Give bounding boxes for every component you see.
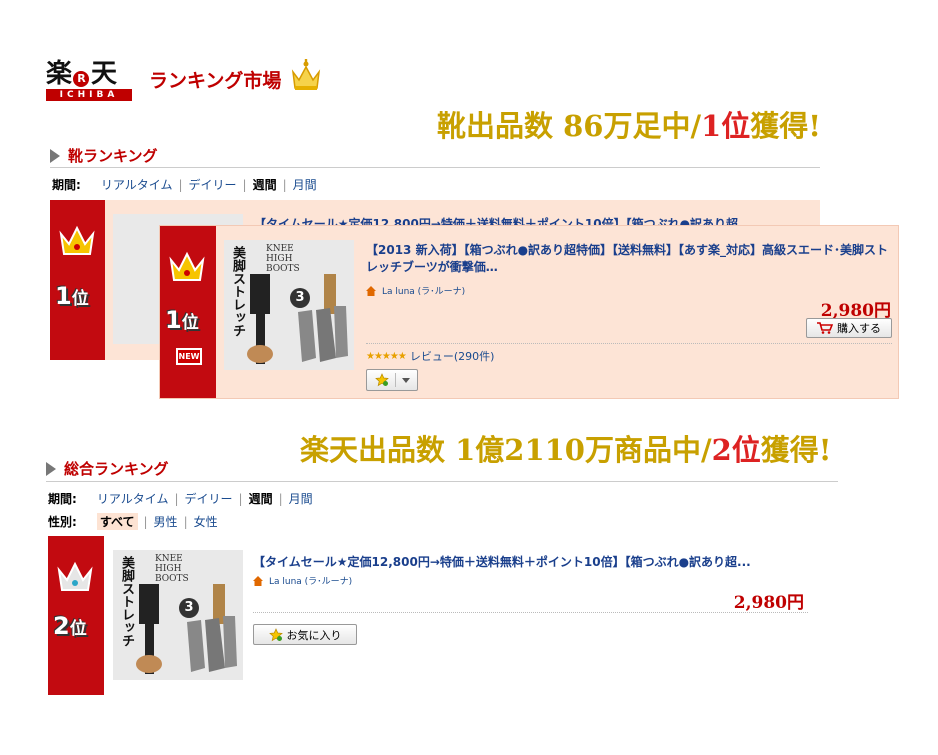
divider (50, 167, 820, 168)
add-favorite-button[interactable]: お気に入り (253, 624, 357, 645)
favorite-star-icon (374, 373, 389, 387)
rank-number: 2 (53, 612, 70, 640)
ranking-market-title: ランキング市場 (149, 70, 282, 92)
period-daily-link[interactable]: デイリー (189, 176, 237, 193)
gender-female-link[interactable]: 女性 (194, 513, 218, 530)
chevron-down-icon (401, 377, 410, 383)
headline1-text: 靴出品数 86万足中/ (437, 109, 702, 143)
period-weekly-current: 週間 (252, 178, 277, 192)
period-label: 期間: (48, 492, 77, 506)
rank-suffix: 位 (71, 289, 89, 309)
headline-overall-rank: 楽天出品数 1億2110万商品中/2位獲得! (300, 427, 832, 469)
review-link[interactable]: レビュー(290件) (410, 348, 495, 364)
boots-image (136, 584, 237, 674)
thumb-knee: KNEE (266, 244, 294, 254)
arrow-icon (46, 461, 56, 476)
rank-suffix: 位 (69, 619, 87, 639)
ranking-card-1: 1位 NEW 美脚ストレッチ KNEE HIGH BOOTS 3 【2013 新… (160, 226, 898, 398)
favorite-star-icon (268, 627, 283, 641)
period-daily-link[interactable]: デイリー (185, 490, 233, 507)
favorite-label: お気に入り (286, 628, 342, 642)
thumbnail-caption: 美脚ストレッチ (230, 246, 245, 337)
product-thumbnail[interactable]: 美脚ストレッチ KNEE HIGH BOOTS 3 (113, 550, 243, 680)
silver-crown-icon (57, 561, 93, 591)
divider (253, 612, 808, 613)
shop-link[interactable]: La luna (ラ･ルーナ) (366, 284, 465, 297)
button-separator (394, 373, 396, 387)
boots-image (247, 274, 348, 364)
rakuten-r-icon: R (73, 71, 90, 87)
new-badge: NEW (176, 348, 202, 365)
gold-crown-icon (169, 251, 205, 281)
buy-button[interactable]: 購入する (806, 318, 892, 338)
rating-stars: ★★★★★ (366, 350, 407, 362)
rank-number: 1 (165, 306, 182, 334)
buy-label: 購入する (837, 322, 881, 335)
headline2-rank: 2位 (711, 433, 761, 467)
product-thumbnail[interactable]: 美脚ストレッチ KNEE HIGH BOOTS 3 (224, 240, 354, 370)
shoe-ranking-label: 靴ランキング (68, 147, 158, 165)
thumb-knee: KNEE (155, 554, 183, 564)
period-weekly-current: 週間 (248, 492, 273, 506)
headline-shoe-rank: 靴出品数 86万足中/1位獲得! (437, 103, 821, 145)
arrow-icon (50, 148, 60, 163)
shop-link[interactable]: La luna (ラ･ルーナ) (253, 574, 352, 587)
rank-number: 1 (55, 282, 72, 310)
product-title-link[interactable]: 【タイムセール★定価12,800円→特価＋送料無料＋ポイント10倍】【箱つぶれ●… (253, 554, 818, 571)
period-monthly-link[interactable]: 月間 (293, 176, 317, 193)
rakuten-logo[interactable]: 楽R天 ICHIBA (46, 60, 132, 102)
logo-text: 楽R天 (46, 59, 117, 89)
gender-label: 性別: (48, 515, 77, 529)
period-realtime-link[interactable]: リアルタイム (101, 176, 173, 193)
divider (366, 343, 892, 344)
thumbnail-caption: 美脚ストレッチ (119, 556, 134, 647)
home-icon (253, 575, 263, 586)
headline2-text: 楽天出品数 1億2110万商品中/ (300, 433, 712, 467)
period-filter: 期間: リアルタイム | デイリー | 週間 | 月間 (52, 176, 317, 193)
period-monthly-link[interactable]: 月間 (289, 490, 313, 507)
cart-icon (817, 322, 833, 334)
rank-suffix: 位 (181, 313, 199, 333)
thumb-high: HIGH (155, 564, 182, 574)
rank-band: 1位 NEW (160, 226, 216, 398)
ranking-card-2: 2位 美脚ストレッチ KNEE HIGH BOOTS 3 【タイムセール★定価1… (48, 536, 828, 696)
overall-ranking-title: 総合ランキング (46, 458, 169, 479)
headline1-suffix: 獲得! (750, 109, 821, 143)
logo-ichiba: ICHIBA (46, 89, 132, 101)
shop-name: La luna (ラ･ルーナ) (269, 577, 353, 587)
gender-male-link[interactable]: 男性 (154, 513, 178, 530)
favorite-dropdown-button[interactable] (366, 369, 418, 391)
rank-band: 1位 (50, 200, 105, 360)
rank-band: 2位 (48, 536, 104, 695)
overall-ranking-label: 総合ランキング (64, 460, 169, 478)
rating: ★★★★★ レビュー(290件) (366, 348, 494, 364)
gender-all-current: すべて (96, 513, 138, 530)
gender-filter: 性別: すべて | 男性 | 女性 (48, 513, 218, 530)
price: 2,980円 (733, 593, 804, 613)
thumb-high: HIGH (266, 254, 293, 264)
shoe-ranking-title: 靴ランキング (50, 145, 158, 166)
headline1-rank: 1位 (701, 109, 751, 143)
period-realtime-link[interactable]: リアルタイム (97, 490, 169, 507)
shop-name: La luna (ラ･ルーナ) (382, 287, 466, 297)
divider (46, 481, 838, 482)
period-label: 期間: (52, 178, 81, 192)
product-title-link[interactable]: 【2013 新入荷】【箱つぶれ●訳あり超特価】【送料無料】【あす楽_対応】高級ス… (366, 242, 892, 278)
headline2-suffix: 獲得! (760, 433, 832, 467)
period-filter-overall: 期間: リアルタイム | デイリー | 週間 | 月間 (48, 490, 313, 507)
home-icon (366, 285, 376, 296)
crown-icon (291, 59, 321, 90)
gold-crown-icon (59, 225, 95, 255)
